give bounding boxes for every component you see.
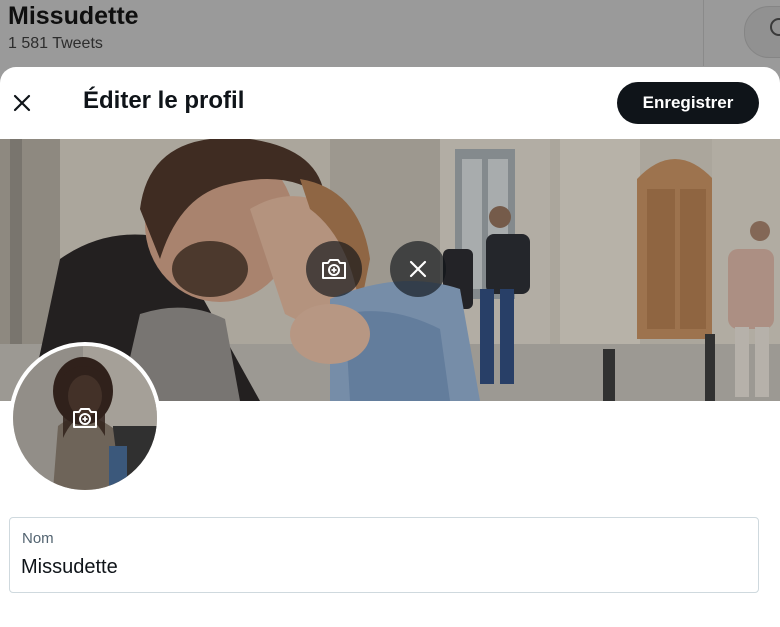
name-field[interactable]: Nom bbox=[9, 517, 759, 593]
modal-header: Éditer le profil Enregistrer bbox=[0, 67, 780, 139]
name-field-label: Nom bbox=[22, 530, 54, 547]
camera-plus-icon bbox=[322, 259, 346, 279]
camera-plus-icon bbox=[73, 408, 97, 428]
background-divider bbox=[703, 0, 704, 66]
avatar bbox=[9, 342, 161, 494]
banner-remove-photo-button[interactable] bbox=[390, 241, 446, 297]
background-profile-header: Missudette 1 581 Tweets bbox=[0, 0, 780, 70]
close-icon bbox=[13, 94, 31, 112]
close-icon bbox=[409, 260, 427, 278]
close-button[interactable] bbox=[4, 85, 40, 121]
edit-profile-modal: Éditer le profil Enregistrer Nom Missude… bbox=[0, 67, 780, 627]
avatar-add-photo-button[interactable] bbox=[59, 392, 111, 444]
banner-add-photo-button[interactable] bbox=[306, 241, 362, 297]
modal-title: Éditer le profil bbox=[83, 87, 245, 114]
background-tweet-count: 1 581 Tweets bbox=[8, 35, 103, 52]
background-profile-name: Missudette bbox=[8, 2, 139, 30]
name-input[interactable] bbox=[21, 556, 741, 579]
save-button[interactable]: Enregistrer bbox=[617, 82, 759, 124]
